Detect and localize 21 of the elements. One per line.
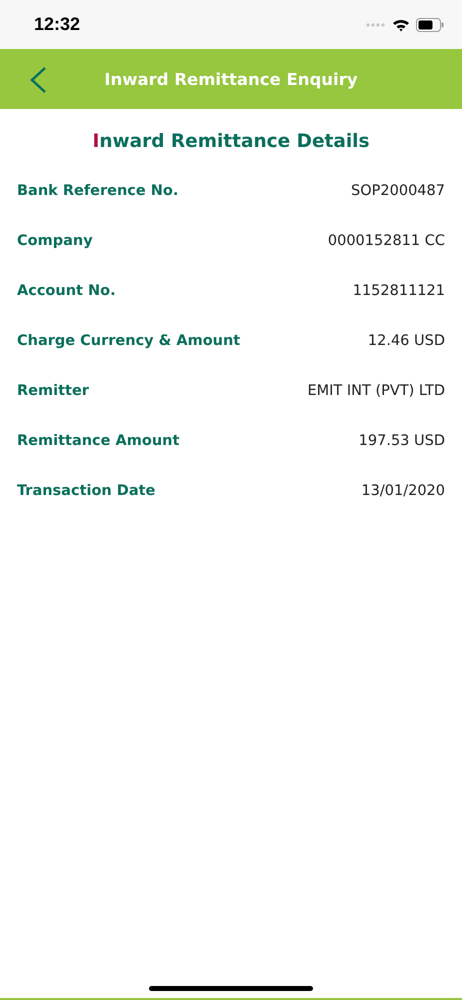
signal-icon <box>366 22 386 26</box>
detail-value: 1152811121 <box>352 283 445 299</box>
detail-label: Remitter <box>17 383 89 399</box>
detail-value: EMIT INT (PVT) LTD <box>307 383 445 399</box>
detail-label: Transaction Date <box>17 483 156 499</box>
back-icon <box>28 66 48 94</box>
header-title: Inward Remittance Enquiry <box>104 70 358 88</box>
detail-value: 197.53 USD <box>358 433 445 449</box>
wifi-icon <box>392 18 410 32</box>
detail-label: Company <box>17 233 93 249</box>
detail-value: 12.46 USD <box>368 333 445 349</box>
section-heading: Inward Remittance Details <box>92 131 370 152</box>
detail-value: SOP2000487 <box>351 183 445 199</box>
detail-label: Bank Reference No. <box>17 183 178 199</box>
detail-value: 0000152811 CC <box>328 233 445 249</box>
detail-value: 13/01/2020 <box>361 483 445 499</box>
battery-icon <box>416 18 444 32</box>
detail-label: Remittance Amount <box>17 433 180 449</box>
detail-label: Account No. <box>17 283 116 299</box>
status-time: 12:32 <box>34 14 80 35</box>
detail-label: Charge Currency & Amount <box>17 333 240 349</box>
